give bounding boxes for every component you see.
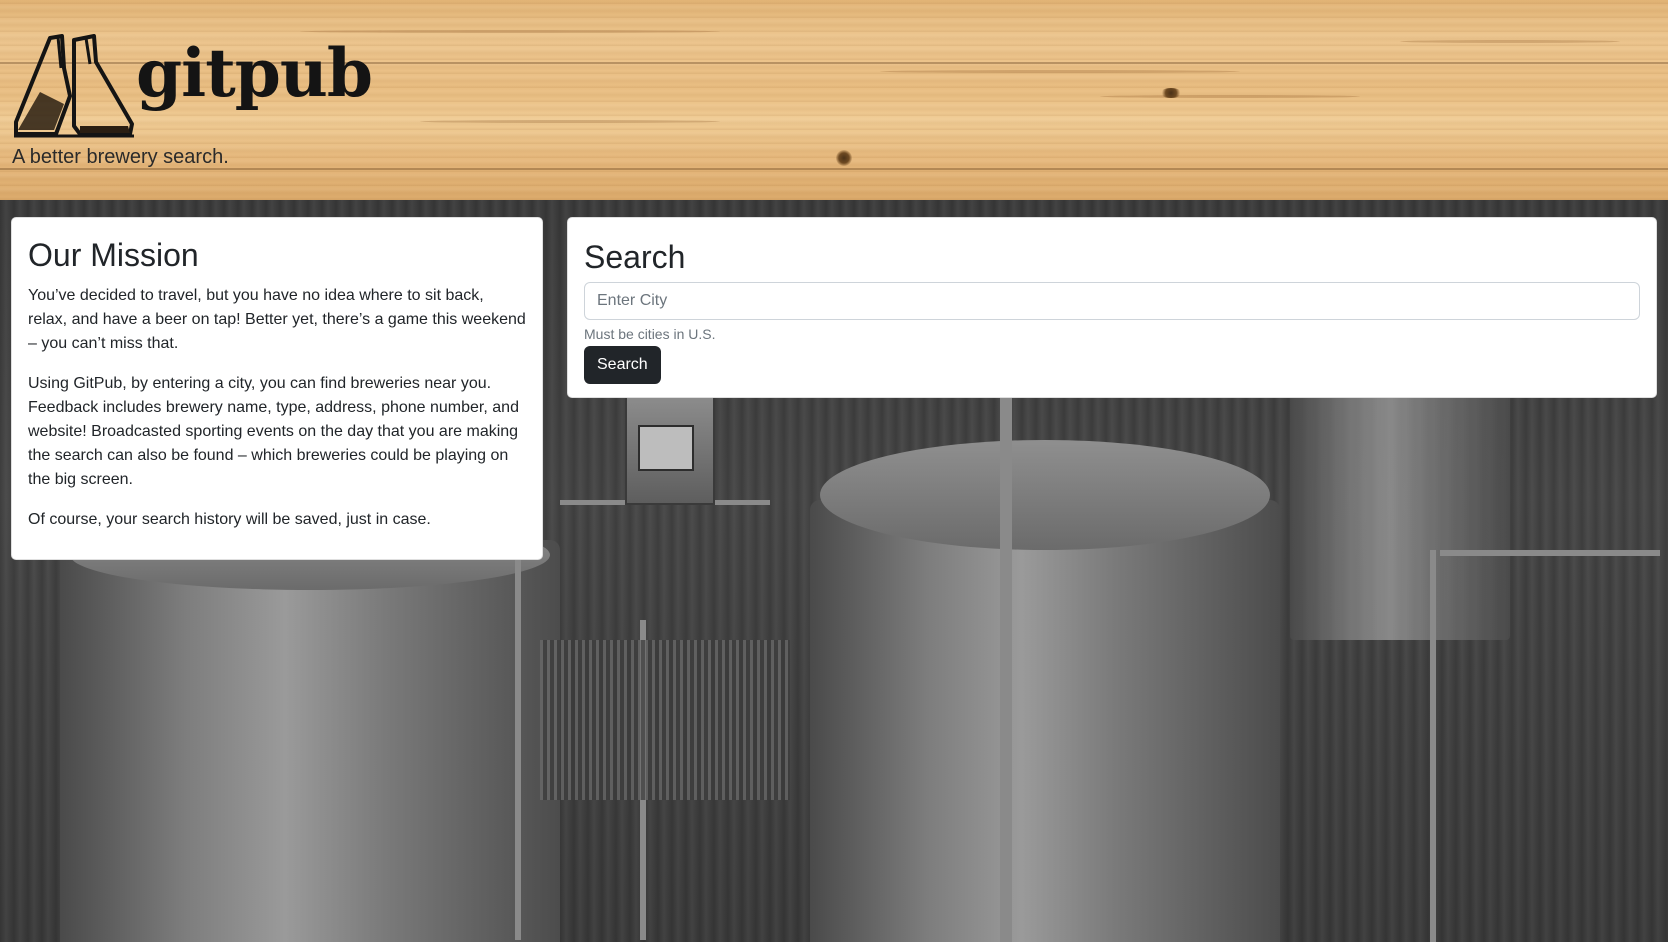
- wood-grain: [420, 120, 720, 123]
- wood-seam: [0, 168, 1668, 170]
- city-help-text: Must be cities in U.S.: [584, 326, 716, 343]
- brew-tank-lid: [820, 440, 1270, 550]
- mission-title: Our Mission: [28, 237, 199, 273]
- wood-grain: [1100, 95, 1360, 98]
- mission-paragraph: Of course, your search history will be s…: [28, 511, 431, 529]
- walkway-grate: [540, 640, 790, 800]
- pipe: [1000, 370, 1012, 942]
- beer-glasses-icon: [14, 34, 134, 138]
- brand-name: gitpub: [136, 34, 373, 112]
- wood-grain: [880, 70, 1240, 73]
- site-header: gitpub A better brewery search.: [0, 0, 1668, 200]
- wood-knot: [1160, 88, 1182, 98]
- tagline: A better brewery search.: [12, 146, 229, 168]
- page: gitpub A better brewery search. Our Miss…: [0, 0, 1668, 942]
- brew-tank: [60, 540, 560, 942]
- railing: [515, 520, 521, 940]
- control-panel-screen: [638, 425, 694, 471]
- search-card: Search Must be cities in U.S. Search: [567, 217, 1657, 398]
- brew-tank: [810, 500, 1280, 942]
- mission-paragraph: Using GitPub, by entering a city, you ca…: [28, 375, 519, 489]
- site-logo[interactable]: gitpub: [10, 34, 373, 139]
- brew-tank: [1290, 380, 1510, 640]
- wood-grain: [300, 30, 720, 33]
- railing: [1430, 550, 1436, 942]
- search-button[interactable]: Search: [584, 346, 661, 385]
- mission-paragraph: You’ve decided to travel, but you have n…: [28, 287, 526, 353]
- wood-grain: [1400, 40, 1620, 43]
- railing: [1440, 550, 1660, 556]
- mission-card: Our Mission You’ve decided to travel, bu…: [11, 217, 543, 560]
- wood-knot: [836, 150, 852, 166]
- search-title: Search: [584, 239, 686, 275]
- city-search-input[interactable]: [584, 282, 1640, 321]
